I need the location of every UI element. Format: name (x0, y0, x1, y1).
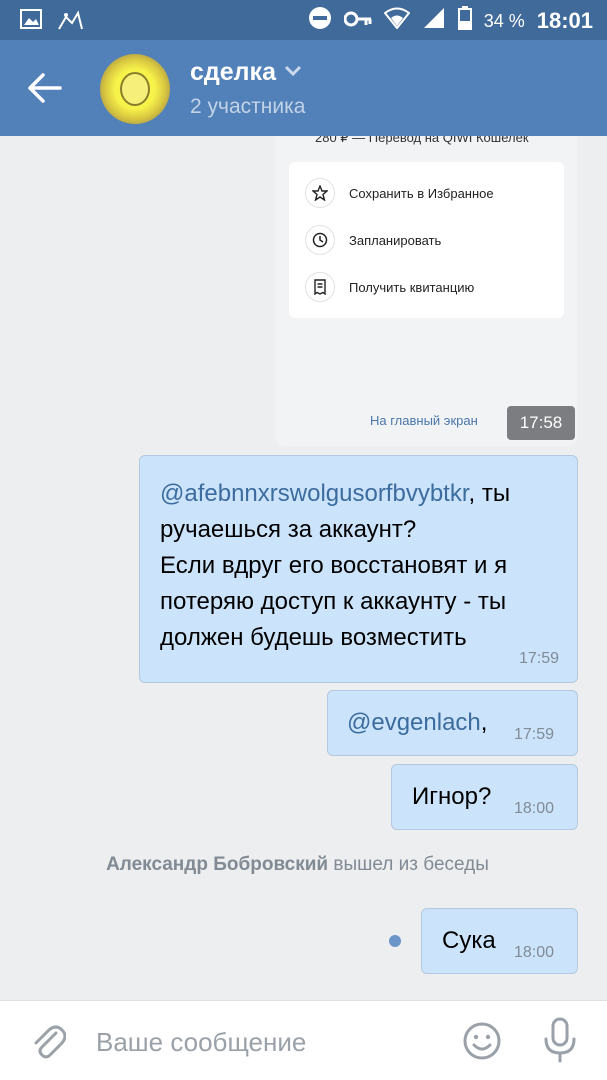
message-input[interactable] (96, 1023, 436, 1061)
avatar-face (120, 72, 150, 106)
system-message-user[interactable]: Александр Бобровский (106, 854, 328, 875)
screenshot-top-text: 280 ₽ — Перевод на QIWI Кошелек (315, 136, 529, 145)
signal-icon (422, 7, 446, 35)
message-time: 18:00 (514, 944, 555, 961)
message-time: 17:59 (518, 650, 559, 667)
wifi-icon (383, 7, 411, 35)
chat-title: сделка (190, 58, 276, 86)
action-schedule: Запланировать (305, 225, 441, 255)
message-bubble[interactable]: Сука 18:00 (421, 908, 578, 974)
action-save-favorites: Сохранить в Избранное (305, 178, 494, 208)
android-bug-icon (56, 9, 84, 36)
message-time: 17:58 (507, 406, 575, 440)
message-bubble[interactable]: Игнор? 18:00 (391, 764, 578, 830)
action-label: Получить квитанцию (349, 279, 475, 295)
back-button[interactable] (26, 70, 66, 106)
message-bubble[interactable]: @evgenlach, 17:59 (327, 690, 578, 756)
message-text: Игнор? (412, 783, 492, 810)
voice-message-button[interactable] (540, 1017, 580, 1063)
message-text: Сука (442, 927, 496, 954)
battery-icon (457, 6, 472, 36)
microphone-icon (540, 1017, 580, 1067)
screenshot-actions-card: Сохранить в Избранное Запланировать Полу… (289, 162, 564, 318)
receipt-icon (305, 272, 335, 302)
status-bar: 34 % 18:01 (0, 0, 607, 40)
message-text: @afebnnxrswolgusorfbvybtkr, ты ручаешься… (160, 476, 560, 656)
chat-subtitle: 2 участника (190, 95, 306, 118)
unread-indicator (389, 935, 401, 947)
smile-icon (462, 1022, 502, 1065)
message-bubble[interactable]: @afebnnxrswolgusorfbvybtkr, ты ручаешься… (139, 455, 578, 683)
system-message-text: вышел из беседы (328, 854, 489, 875)
do-not-disturb-icon (308, 6, 332, 36)
message-time: 18:00 (514, 800, 555, 817)
chevron-down-icon (284, 64, 302, 82)
image-icon (20, 9, 42, 36)
action-receipt: Получить квитанцию (305, 272, 474, 302)
mention-link[interactable]: @afebnnxrswolgusorfbvybtkr (160, 480, 469, 507)
home-screen-link: На главный экран (370, 413, 478, 428)
emoji-button[interactable] (462, 1021, 502, 1061)
action-label: Запланировать (349, 232, 442, 248)
paperclip-icon (30, 1025, 67, 1065)
message-body: , (480, 709, 488, 736)
message-composer (0, 1000, 607, 1080)
message-time: 17:59 (514, 726, 555, 743)
back-arrow-icon (26, 73, 66, 110)
mention-link[interactable]: @evgenlach (347, 709, 481, 736)
clock-icon (305, 225, 335, 255)
battery-percent: 34 % (483, 10, 525, 31)
action-label: Сохранить в Избранное (349, 185, 494, 201)
screenshot-attachment[interactable]: 280 ₽ — Перевод на QIWI Кошелек Сохранит… (275, 136, 577, 446)
avatar[interactable] (100, 54, 170, 124)
clock: 18:01 (536, 8, 593, 33)
star-icon (305, 178, 335, 208)
attach-button[interactable] (30, 1021, 67, 1061)
key-icon (343, 10, 372, 33)
chat-header: сделка 2 участника (0, 40, 607, 136)
chat-title-row[interactable]: сделка (190, 58, 302, 87)
message-list[interactable]: 280 ₽ — Перевод на QIWI Кошелек Сохранит… (0, 136, 607, 1000)
system-message: Александр Бобровский вышел из беседы (0, 854, 607, 876)
message-text: @evgenlach, (347, 709, 487, 737)
